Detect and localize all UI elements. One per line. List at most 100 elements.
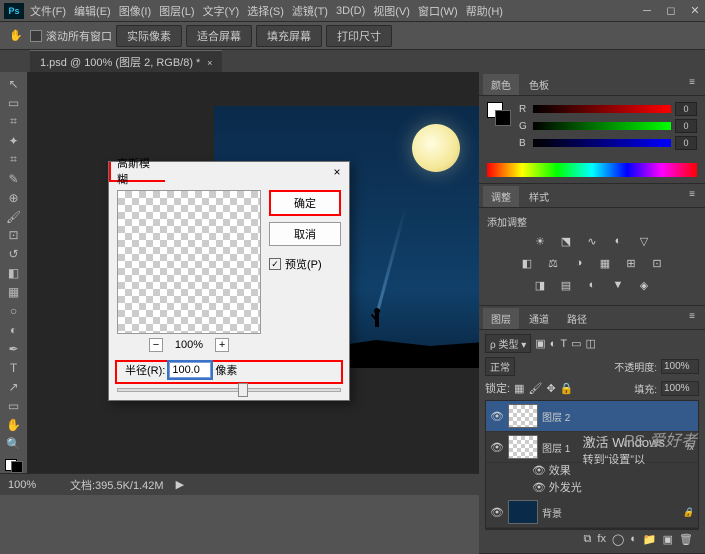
hand-tool-icon[interactable]: ✋ [3, 417, 25, 433]
visibility-icon[interactable]: 👁 [532, 465, 546, 477]
fit-screen-button[interactable]: 适合屏幕 [186, 25, 252, 47]
lock-trans-icon[interactable]: ▦ [514, 382, 524, 395]
stamp-tool-icon[interactable]: ⊡ [3, 228, 25, 244]
menu-help[interactable]: 帮助(H) [466, 3, 503, 19]
tab-styles[interactable]: 样式 [521, 186, 557, 207]
document-tab[interactable]: 1.psd @ 100% (图层 2, RGB/8) * × [30, 50, 222, 73]
visibility-icon[interactable]: 👁 [490, 506, 504, 519]
visibility-icon[interactable]: 👁 [490, 441, 504, 454]
tab-color[interactable]: 颜色 [483, 74, 519, 95]
shape-tool-icon[interactable]: ▭ [3, 398, 25, 414]
filter-smart-icon[interactable]: ◫ [585, 337, 595, 350]
adj-threshold-icon[interactable]: ◐ [584, 277, 600, 293]
tab-swatches[interactable]: 色板 [521, 74, 557, 95]
window-close-icon[interactable]: ✕ [689, 5, 701, 17]
mask-icon[interactable]: ◯ [612, 533, 624, 546]
adj-poster-icon[interactable]: ▤ [558, 277, 574, 293]
heal-tool-icon[interactable]: ⊕ [3, 190, 25, 206]
g-value[interactable]: 0 [675, 119, 697, 133]
blur-tool-icon[interactable]: ○ [3, 303, 25, 319]
adjustment-icon[interactable]: ◐ [630, 533, 637, 546]
menu-window[interactable]: 窗口(W) [418, 3, 458, 19]
window-restore-icon[interactable]: ◻ [665, 5, 677, 17]
adj-bw-icon[interactable]: ◑ [571, 255, 587, 271]
color-spectrum[interactable] [487, 163, 697, 177]
tab-adjustments[interactable]: 调整 [483, 186, 519, 207]
adj-exposure-icon[interactable]: ◐ [610, 233, 626, 249]
tab-channels[interactable]: 通道 [521, 308, 557, 329]
layer-name[interactable]: 图层 1 [542, 440, 570, 455]
wand-tool-icon[interactable]: ✦ [3, 133, 25, 149]
gradient-tool-icon[interactable]: ▦ [3, 284, 25, 300]
eyedropper-tool-icon[interactable]: ✎ [3, 171, 25, 187]
trash-icon[interactable]: 🗑 [679, 533, 693, 546]
zoom-tool-icon[interactable]: 🔍 [3, 436, 25, 452]
menu-layer[interactable]: 图层(L) [159, 3, 194, 19]
menu-select[interactable]: 选择(S) [247, 3, 284, 19]
g-slider[interactable] [533, 122, 671, 130]
adj-mixer-icon[interactable]: ⊞ [623, 255, 639, 271]
link-icon[interactable]: ⧉ [584, 533, 592, 546]
adj-levels-icon[interactable]: ⬔ [558, 233, 574, 249]
preview-checkbox[interactable]: ✓预览(P) [269, 256, 341, 272]
visibility-icon[interactable]: 👁 [532, 482, 546, 494]
layer-item[interactable]: 👁 背景 🔒 [486, 497, 698, 528]
filter-adj-icon[interactable]: ◐ [550, 338, 557, 350]
history-brush-tool-icon[interactable]: ↺ [3, 246, 25, 262]
path-tool-icon[interactable]: ↗ [3, 379, 25, 395]
adj-photo-icon[interactable]: ▦ [597, 255, 613, 271]
menu-3d[interactable]: 3D(D) [336, 5, 365, 17]
menu-text[interactable]: 文字(Y) [203, 3, 240, 19]
marquee-tool-icon[interactable]: ▭ [3, 95, 25, 111]
fill-screen-button[interactable]: 填充屏幕 [256, 25, 322, 47]
adj-balance-icon[interactable]: ⚖ [545, 255, 561, 271]
slider-thumb[interactable] [238, 383, 248, 397]
visibility-icon[interactable]: 👁 [490, 410, 504, 423]
crop-tool-icon[interactable]: ⌗ [3, 152, 25, 168]
r-slider[interactable] [533, 105, 671, 113]
tab-paths[interactable]: 路径 [559, 308, 595, 329]
menu-edit[interactable]: 编辑(E) [74, 3, 111, 19]
eraser-tool-icon[interactable]: ◧ [3, 265, 25, 281]
layer-name[interactable]: 图层 2 [542, 409, 570, 424]
layer-thumb[interactable] [508, 500, 538, 524]
status-arrow-icon[interactable]: ▶ [176, 478, 184, 491]
brush-tool-icon[interactable]: 🖌 [3, 209, 25, 225]
adj-curves-icon[interactable]: ∿ [584, 233, 600, 249]
lasso-tool-icon[interactable]: ⌗ [3, 114, 25, 130]
b-slider[interactable] [533, 139, 671, 147]
b-value[interactable]: 0 [675, 136, 697, 150]
lock-all-icon[interactable]: 🔒 [560, 382, 574, 395]
radius-slider[interactable] [117, 388, 341, 392]
ok-button[interactable]: 确定 [269, 190, 341, 216]
menu-file[interactable]: 文件(F) [30, 3, 66, 19]
type-tool-icon[interactable]: T [3, 360, 25, 376]
blend-mode-select[interactable]: 正常 [485, 357, 515, 376]
adj-gradient-icon[interactable]: ▼ [610, 277, 626, 293]
menu-filter[interactable]: 滤镜(T) [292, 3, 328, 19]
actual-pixels-button[interactable]: 实际像素 [116, 25, 182, 47]
adj-vibrance-icon[interactable]: ▽ [636, 233, 652, 249]
adj-selective-icon[interactable]: ◈ [636, 277, 652, 293]
cancel-button[interactable]: 取消 [269, 222, 341, 246]
zoom-level[interactable]: 100% [8, 479, 58, 491]
filter-img-icon[interactable]: ▣ [535, 337, 545, 350]
pen-tool-icon[interactable]: ✒ [3, 341, 25, 357]
layer-filter[interactable]: ρ 类型 ▾ [485, 334, 531, 353]
move-tool-icon[interactable]: ↖ [3, 76, 25, 92]
layer-thumb[interactable] [508, 404, 538, 428]
panel-menu-icon[interactable]: ≡ [683, 74, 701, 95]
adj-invert-icon[interactable]: ◨ [532, 277, 548, 293]
lock-paint-icon[interactable]: 🖌 [528, 382, 542, 395]
layer-name[interactable]: 背景 [542, 505, 562, 520]
menu-image[interactable]: 图像(I) [119, 3, 151, 19]
zoom-out-button[interactable]: − [149, 338, 163, 352]
window-minimize-icon[interactable]: ─ [641, 5, 653, 17]
panel-menu-icon[interactable]: ≡ [683, 308, 701, 329]
layer-thumb[interactable] [508, 435, 538, 459]
fg-bg-swatch[interactable] [5, 459, 23, 473]
adj-hue-icon[interactable]: ◧ [519, 255, 535, 271]
preview-area[interactable] [117, 190, 261, 334]
folder-icon[interactable]: 📁 [643, 533, 657, 546]
adj-brightness-icon[interactable]: ☀ [532, 233, 548, 249]
